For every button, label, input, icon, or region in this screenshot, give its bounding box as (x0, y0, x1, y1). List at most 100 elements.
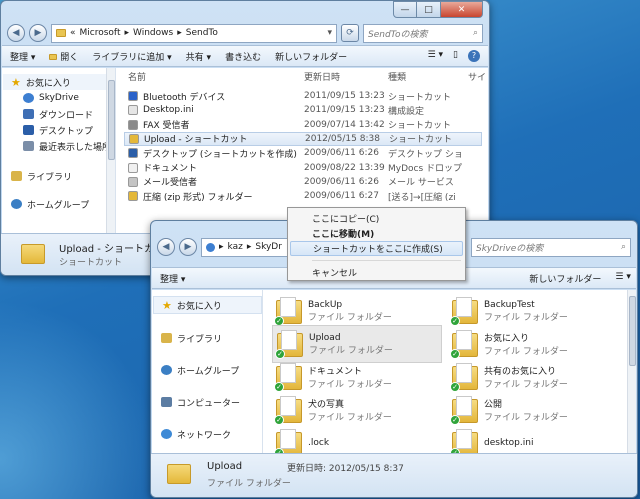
star-icon: ★ (11, 75, 21, 89)
file-row[interactable]: メール受信者 2009/06/11 6:26 メール サービス (124, 175, 482, 189)
scroll-thumb[interactable] (108, 80, 115, 160)
view-options-icon[interactable]: ☰ ▾ (428, 50, 443, 62)
nav-downloads[interactable]: ダウンロード (3, 106, 115, 122)
column-name[interactable]: 名前 (128, 68, 146, 85)
file-row[interactable]: 圧縮 (zip 形式) フォルダー 2009/06/11 6:27 [送る]→[圧縮… (124, 189, 482, 203)
nav-label: 最近表示した場所 (39, 142, 112, 153)
nav-libraries[interactable]: ライブラリ (3, 168, 115, 184)
new-folder-button[interactable]: 新しいフォルダー (529, 272, 601, 285)
address-overflow[interactable]: « (70, 28, 76, 38)
nav-label: お気に入り (25, 78, 71, 89)
breadcrumb-microsoft[interactable]: Microsoft (80, 28, 121, 38)
help-icon[interactable]: ? (468, 50, 480, 62)
breadcrumb-separator[interactable]: ▸ (247, 242, 252, 252)
breadcrumb-separator[interactable]: ▸ (177, 28, 182, 38)
nav-scrollbar[interactable] (106, 68, 115, 234)
file-type: 構成設定 (388, 106, 425, 117)
nav-label: デスクトップ (39, 126, 94, 137)
breadcrumb-kaz[interactable]: kaz (228, 242, 243, 252)
column-date[interactable]: 更新日時 (304, 68, 340, 85)
forward-button[interactable]: ▶ (29, 24, 47, 42)
nav-recent[interactable]: 最近表示した場所 (3, 138, 115, 154)
skydrive-icon (206, 242, 215, 252)
organize-button[interactable]: 整理 ▾ (160, 272, 185, 285)
file-row[interactable]: ドキュメント 2009/08/22 13:39 MyDocs ドロップ (124, 161, 482, 175)
breadcrumb-separator[interactable]: ▸ (124, 28, 129, 38)
minimize-button[interactable]: — (393, 1, 417, 18)
search-placeholder: SkyDriveの検索 (476, 243, 544, 254)
item-type: ファイル フォルダー (484, 413, 568, 423)
item-name: desktop.ini (484, 438, 534, 448)
refresh-icon[interactable]: ⟳ (341, 24, 359, 42)
breadcrumb-separator[interactable]: ▸ (219, 242, 224, 252)
new-folder-button[interactable]: 新しいフォルダー (275, 50, 347, 63)
desktop-icon (128, 148, 138, 159)
nav-label: コンピューター (177, 398, 241, 409)
nav-computer[interactable]: コンピューター (153, 394, 262, 410)
nav-skydrive[interactable]: SkyDrive (3, 90, 115, 106)
preview-pane-icon[interactable]: ▯ (453, 50, 458, 62)
navigation-pane: ★ お気に入り SkyDrive ダウンロード デスクトップ 最近表示した場所 ラ… (3, 68, 116, 234)
file-type: ショートカット (389, 135, 453, 146)
bluetooth-icon (128, 91, 138, 101)
item-type: ファイル フォルダー (308, 312, 392, 323)
column-label: 名前 (128, 73, 147, 83)
close-button[interactable]: ✕ (441, 1, 483, 18)
details-type: ファイル フォルダー (207, 479, 291, 489)
breadcrumb-sendto[interactable]: SendTo (186, 28, 218, 38)
nav-libraries[interactable]: ライブラリ (153, 330, 262, 346)
back-button[interactable]: ◀ (7, 24, 25, 42)
share-button[interactable]: 共有 ▾ (186, 50, 211, 63)
dropdown-icon[interactable]: ▾ (327, 28, 332, 38)
menu-separator (312, 260, 461, 261)
file-row[interactable]: デスクトップ (ショートカットを作成) 2009/06/11 6:26 デスクトップ… (124, 146, 482, 160)
address-bar[interactable]: « Microsoft ▸ Windows ▸ SendTo ▾ (51, 23, 337, 43)
menu-cancel[interactable]: キャンセル (290, 265, 463, 280)
nav-favorites[interactable]: ★ お気に入り (3, 74, 115, 90)
column-type[interactable]: 種類 (388, 68, 406, 85)
add-to-library-button[interactable]: ライブラリに追加 ▾ (92, 50, 171, 63)
view-options-icon[interactable]: ☰ ▾ (615, 272, 630, 284)
nav-label: ライブラリ (27, 172, 73, 183)
scroll-thumb[interactable] (629, 296, 636, 366)
search-input[interactable]: SendToの検索 ⌕ (363, 23, 483, 43)
file-row[interactable]: Upload - ショートカット 2012/05/15 8:38 ショートカット (124, 131, 482, 146)
breadcrumb-skydrive[interactable]: SkyDr (255, 242, 282, 252)
search-icon: ⌕ (620, 242, 626, 252)
maximize-button[interactable]: □ (417, 1, 441, 18)
nav-favorites[interactable]: ★ お気に入り (153, 296, 262, 314)
folder-shortcut-icon (129, 133, 139, 144)
file-row[interactable]: Desktop.ini 2011/09/15 13:23 構成設定 (124, 103, 482, 117)
search-input[interactable]: SkyDriveの検索 ⌕ (471, 237, 631, 257)
content-scrollbar[interactable] (627, 290, 636, 454)
file-type: デスクトップ ショ (388, 149, 463, 160)
folder-icon: ✓ (275, 330, 303, 359)
organize-button[interactable]: 整理 ▾ (10, 50, 35, 63)
skydrive-icon (23, 93, 34, 103)
details-pane: Upload ファイル フォルダー 更新日時: 2012/05/15 8:37 (151, 453, 637, 497)
breadcrumb-windows[interactable]: Windows (133, 28, 173, 38)
folder-icon: ✓ (274, 396, 302, 425)
computer-icon (161, 397, 172, 407)
nav-homegroup[interactable]: ホームグループ (3, 196, 115, 212)
forward-button[interactable]: ▶ (179, 238, 197, 256)
item-type: ファイル フォルダー (484, 347, 568, 357)
nav-desktop[interactable]: デスクトップ (3, 122, 115, 138)
nav-network[interactable]: ネットワーク (153, 426, 262, 442)
homegroup-icon (11, 199, 22, 209)
file-row[interactable]: FAX 受信者 2009/07/14 13:42 ショートカット (124, 118, 482, 132)
item-name: ドキュメント (308, 367, 363, 377)
item-type: ファイル フォルダー (484, 380, 568, 390)
menu-create-shortcut-here[interactable]: ショートカットをここに作成(S) (290, 241, 463, 256)
file-row[interactable]: Bluetooth デバイス 2011/09/15 13:23 ショートカット (124, 89, 482, 103)
nav-homegroup[interactable]: ホームグループ (153, 362, 262, 378)
nav-label: SkyDrive (39, 93, 79, 103)
menu-copy-here[interactable]: ここにコピー(C) (290, 211, 463, 226)
menu-move-here[interactable]: ここに移動(M) (290, 226, 463, 241)
open-button[interactable]: 開く (49, 50, 78, 63)
burn-button[interactable]: 書き込む (225, 50, 261, 63)
folder-icon: ✓ (274, 297, 302, 326)
back-button[interactable]: ◀ (157, 238, 175, 256)
column-size[interactable]: サイ (468, 68, 486, 85)
column-label: 種類 (388, 73, 407, 83)
